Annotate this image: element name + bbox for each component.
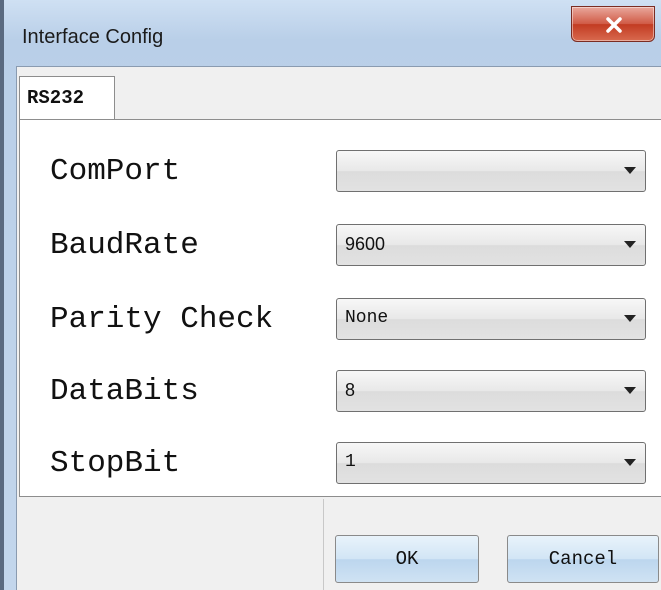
tab-label: RS232 [27, 87, 85, 109]
tab-strip: RS232 [17, 67, 661, 120]
tab-rs232[interactable]: RS232 [19, 76, 115, 120]
databits-select[interactable]: 8 [336, 370, 646, 412]
databits-row: DataBits 8 [20, 366, 661, 426]
parity-check-label: Parity Check [50, 302, 274, 337]
stopbit-label: StopBit [50, 446, 181, 481]
interface-config-dialog: Interface Config RS232 ComPort BaudRate [0, 0, 661, 590]
chevron-down-icon [624, 241, 636, 248]
stopbit-row: StopBit 1 [20, 438, 661, 498]
parity-check-select[interactable]: None [336, 298, 646, 340]
cancel-button[interactable]: Cancel [507, 535, 659, 583]
rs232-settings-panel: ComPort BaudRate 9600 Parity Check None [19, 119, 661, 497]
baudrate-row: BaudRate 9600 [20, 220, 661, 280]
stopbit-select[interactable]: 1 [336, 442, 646, 484]
chevron-down-icon [624, 387, 636, 394]
title-bar[interactable]: Interface Config [4, 0, 661, 60]
close-button[interactable] [571, 6, 655, 42]
chevron-down-icon [624, 315, 636, 322]
comport-row: ComPort [20, 146, 661, 206]
databits-label: DataBits [50, 374, 199, 409]
stopbit-value: 1 [345, 452, 356, 472]
comport-label: ComPort [50, 154, 181, 189]
dialog-body: RS232 ComPort BaudRate 9600 Parity Check [16, 66, 661, 590]
parity-check-row: Parity Check None [20, 294, 661, 354]
parity-check-value: None [345, 308, 389, 328]
baudrate-select[interactable]: 9600 [336, 224, 646, 266]
chevron-down-icon [624, 459, 636, 466]
window-title: Interface Config [22, 26, 164, 48]
footer-divider [323, 499, 324, 590]
comport-select[interactable] [336, 150, 646, 192]
chevron-down-icon [624, 167, 636, 174]
baudrate-label: BaudRate [50, 228, 199, 263]
close-icon [606, 17, 622, 33]
baudrate-value: 9600 [345, 234, 386, 254]
ok-button[interactable]: OK [335, 535, 479, 583]
dialog-footer: OK Cancel [17, 499, 661, 590]
databits-value: 8 [345, 380, 356, 400]
